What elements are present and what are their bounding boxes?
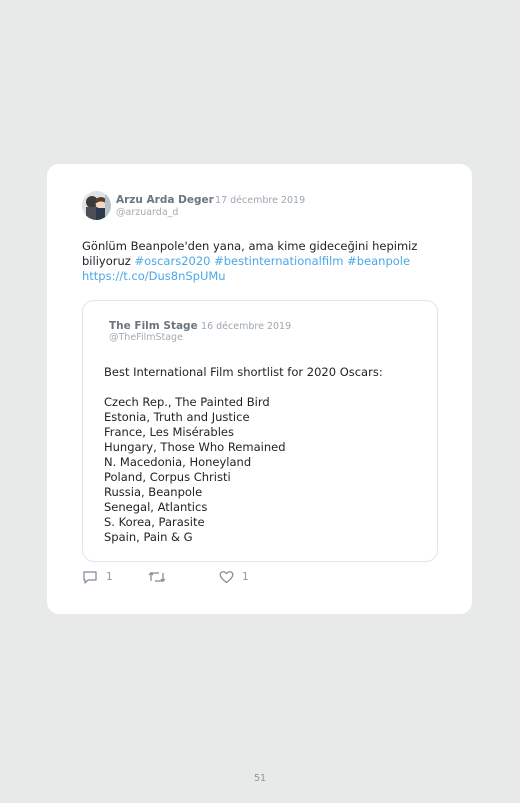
tweet-card: Arzu Arda Deger · 17 décembre 2019 @arzu… (47, 164, 472, 614)
avatar[interactable] (82, 191, 111, 220)
retweet-icon (148, 572, 166, 582)
shortlist-entry: France, Les Misérables (104, 425, 234, 439)
quoted-text: Best International Film shortlist for 20… (104, 365, 383, 545)
shortlist-entry: Spain, Pain & G (104, 530, 193, 544)
avatar-photo-icon (82, 191, 111, 220)
hashtag-links[interactable]: #oscars2020 #bestinternationalfilm #bean… (134, 254, 410, 268)
like-count: 1 (242, 571, 249, 583)
quoted-author-name[interactable]: The Film Stage (109, 320, 198, 332)
shortlist-entry: Estonia, Truth and Justice (104, 410, 250, 424)
shortlist-entry: Senegal, Atlantics (104, 500, 208, 514)
shortlist-entry: N. Macedonia, Honeyland (104, 455, 252, 469)
tweet-url-link[interactable]: https://t.co/Dus8nSpUMu (82, 269, 442, 284)
tweet-text-line-1: Gönlüm Beanpole'den yana, ama kime gidec… (82, 239, 418, 253)
tweet-text: Gönlüm Beanpole'den yana, ama kime gidec… (82, 239, 442, 284)
author-name[interactable]: Arzu Arda Deger (116, 194, 214, 206)
shortlist-entry: Russia, Beanpole (104, 485, 203, 499)
tweet-date[interactable]: · 17 décembre 2019 (209, 195, 305, 206)
shortlist-entry: Poland, Corpus Christi (104, 470, 231, 484)
page-number: 51 (253, 773, 267, 784)
quoted-date[interactable]: · 16 décembre 2019 (195, 321, 291, 332)
reply-button[interactable]: 1 (82, 570, 113, 584)
tweet-text-plain: biliyoruz (82, 254, 135, 268)
shortlist-entry: Hungary, Those Who Remained (104, 440, 286, 454)
reply-count: 1 (106, 571, 113, 583)
reply-icon (83, 571, 97, 584)
shortlist-entry: Czech Rep., The Painted Bird (104, 395, 270, 409)
quoted-author-handle[interactable]: @TheFilmStage (109, 332, 183, 343)
quoted-tweet[interactable]: The Film Stage · 16 décembre 2019 @TheFi… (82, 300, 438, 562)
retweet-button[interactable] (148, 570, 174, 584)
shortlist-entry: S. Korea, Parasite (104, 515, 205, 529)
heart-icon (219, 571, 234, 584)
like-button[interactable]: 1 (219, 570, 249, 584)
author-handle[interactable]: @arzuarda_d (116, 207, 178, 218)
tweet-actions: 1 1 (82, 570, 282, 588)
quoted-headline: Best International Film shortlist for 20… (104, 365, 383, 379)
tweet-text-line-2: biliyoruz #oscars2020 #bestinternational… (82, 254, 442, 269)
